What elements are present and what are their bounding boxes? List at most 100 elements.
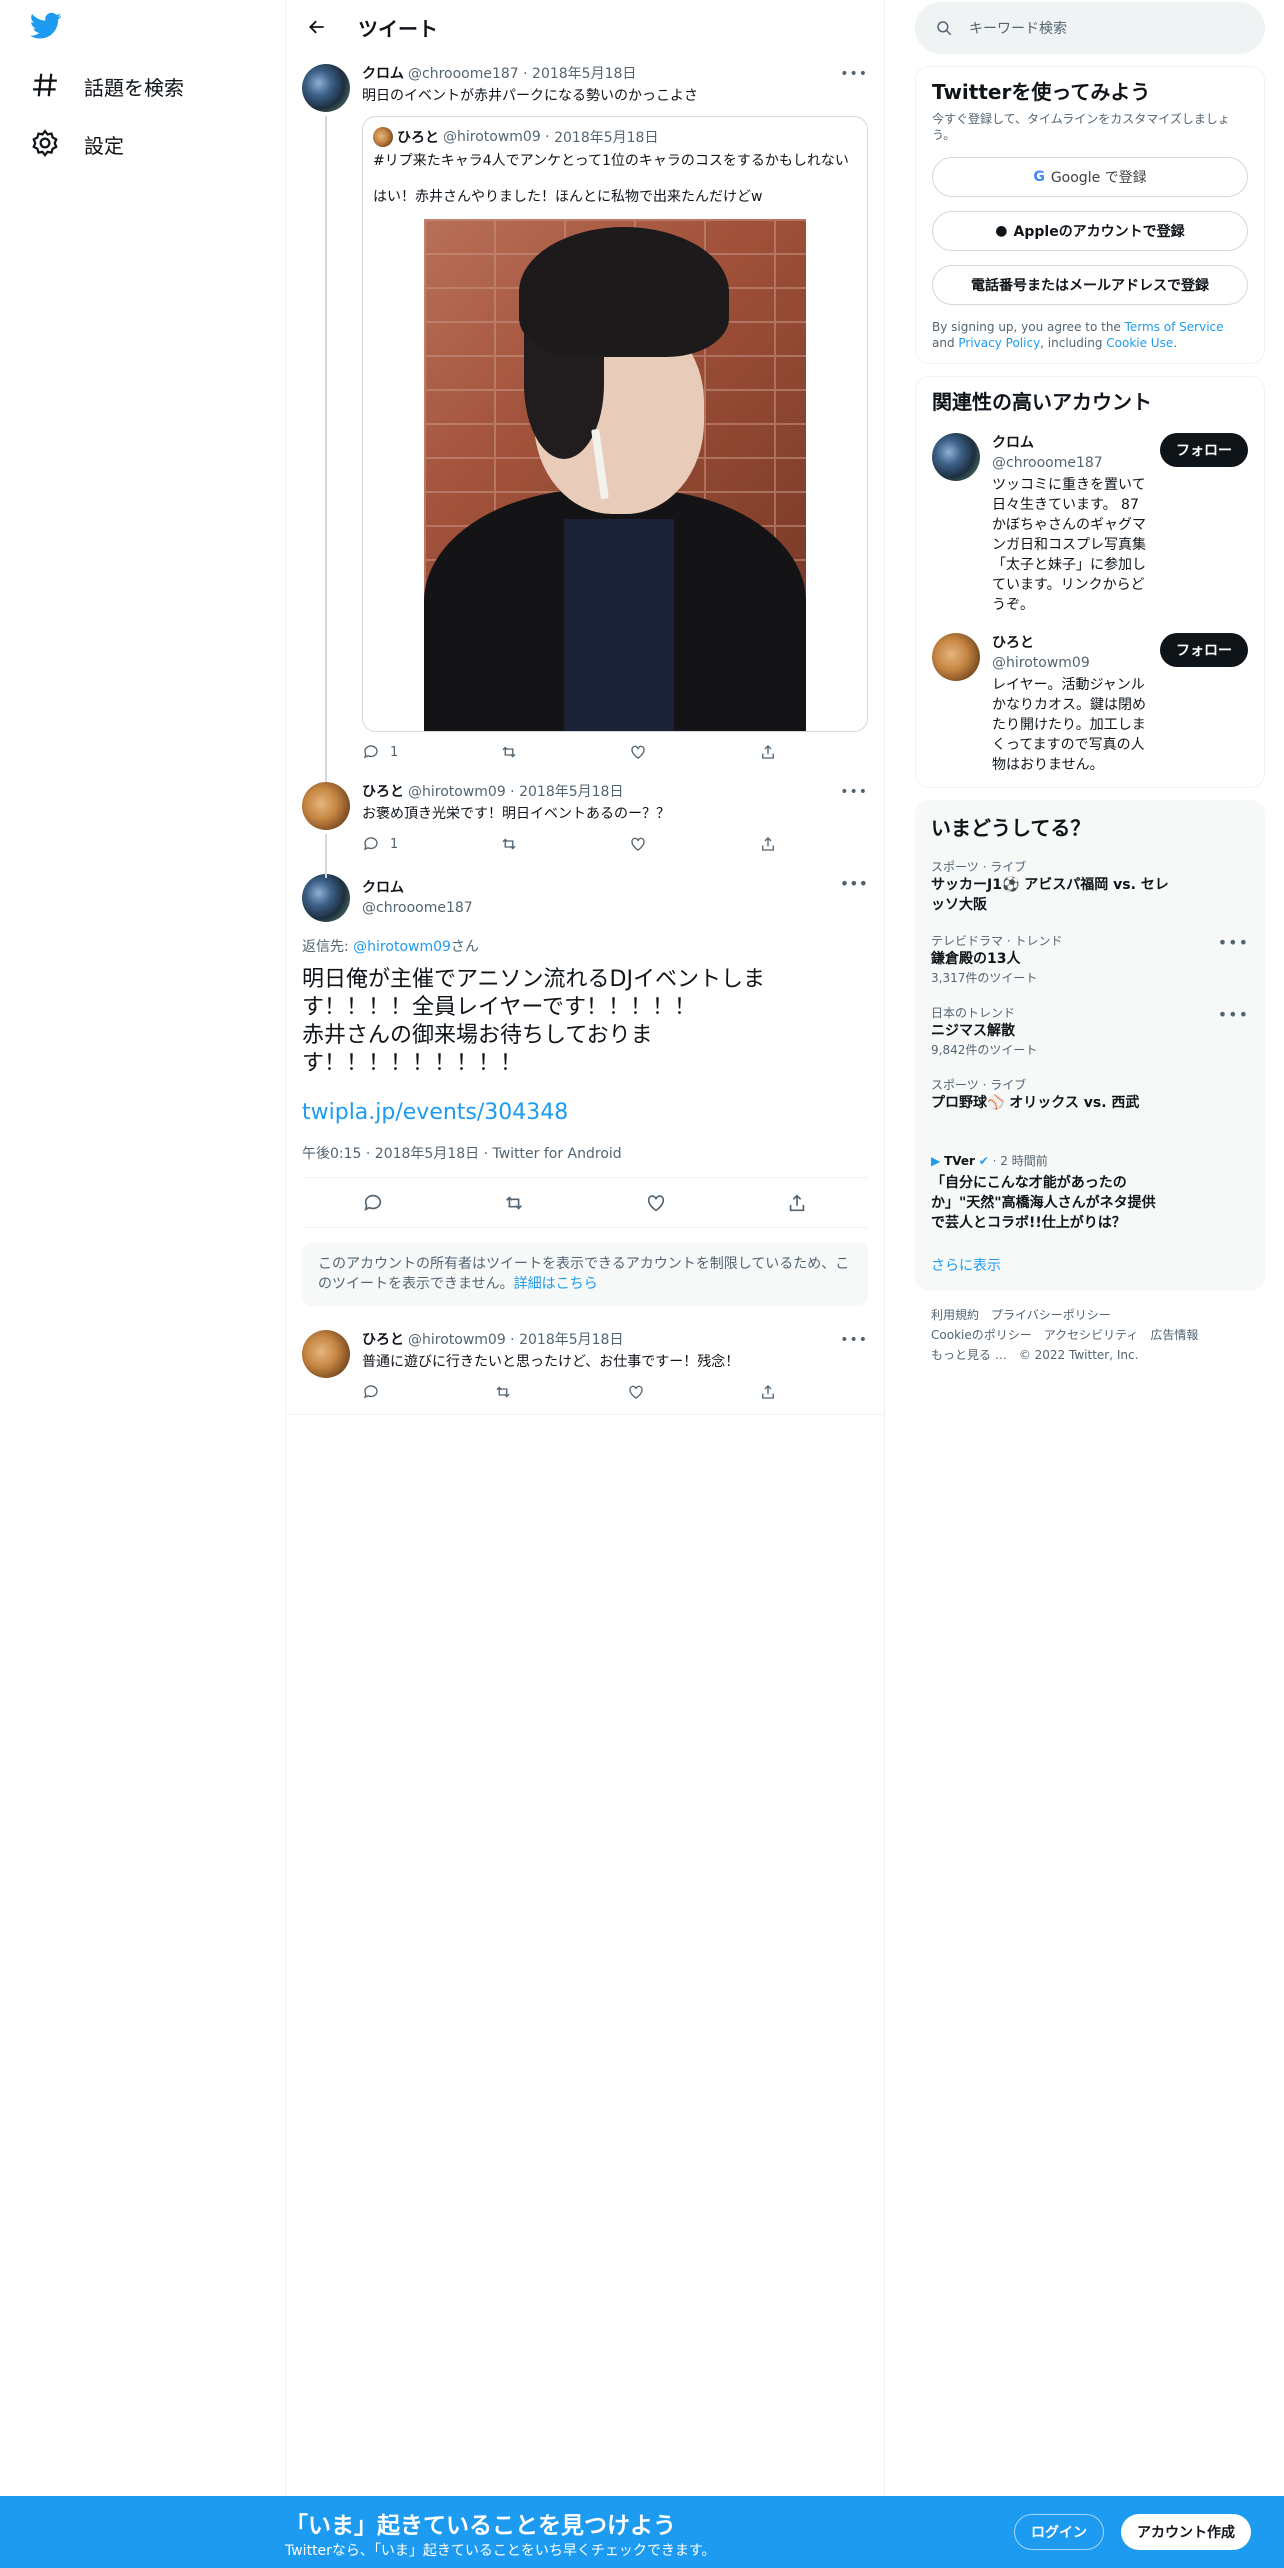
more-icon[interactable]: ••• [840, 874, 868, 893]
tweet-actions [362, 1372, 787, 1412]
footer-link[interactable]: 広告情報 [1150, 1328, 1198, 1342]
phone-email-signup-button[interactable]: 電話番号またはメールアドレスで登録 [932, 265, 1248, 305]
show-more-link[interactable]: さらに表示 [931, 1255, 1249, 1275]
terms-link[interactable]: Terms of Service [1125, 320, 1224, 334]
focus-tweet-text: 明日俺が主催でアニソン流れるDJイベントします！！！！全員レイヤーです！！！！！… [302, 967, 765, 1076]
footer-link[interactable]: プライバシーポリシー [991, 1308, 1111, 1322]
news-item[interactable]: ▶ TVer ✔ · 2 時間前 「自分にこんな才能があったのか」"天然"高橋海… [931, 1153, 1249, 1233]
avatar[interactable] [302, 64, 350, 112]
search-box[interactable]: キーワード検索 [915, 2, 1265, 54]
reply-icon[interactable] [362, 1192, 384, 1214]
more-icon[interactable]: ••• [1218, 933, 1249, 952]
share-icon[interactable] [759, 835, 787, 853]
tweet-date[interactable]: 2018年5月18日 [532, 64, 636, 84]
footer-link[interactable]: Cookieのポリシー [931, 1328, 1032, 1342]
account-item[interactable]: クロム @chrooome187 ツッコミに重きを置いて日々生きています。 87… [932, 433, 1248, 615]
reply-icon[interactable] [362, 1383, 390, 1401]
quote-tweet[interactable]: ひろと @hirotowm09 · 2018年5月18日 #リプ来たキャラ4人で… [362, 116, 868, 732]
tweet-date[interactable]: 2018年5月18日 [519, 1330, 623, 1350]
author-name[interactable]: クロム [362, 64, 404, 84]
news-source: TVer [944, 1154, 975, 1168]
login-button[interactable]: ログイン [1014, 2514, 1104, 2550]
thread-line [325, 834, 327, 878]
footer-link[interactable]: 利用規約 [931, 1308, 979, 1322]
retweet-icon[interactable] [500, 835, 528, 853]
author-handle[interactable]: @chrooome187 [408, 64, 519, 84]
reply-to-handle[interactable]: @hirotowm09 [353, 939, 451, 955]
google-signup-button[interactable]: G Google で登録 [932, 157, 1248, 197]
retweet-icon[interactable] [494, 1383, 522, 1401]
thread-line [325, 116, 327, 786]
like-icon[interactable] [629, 835, 657, 853]
tweet-text: 明日のイベントが赤井パークになる勢いのかっこよさ [362, 88, 698, 104]
account-item[interactable]: ひろと @hirotowm09 レイヤー。活動ジャンルかなりカオス。鍵は閉めたり… [932, 633, 1248, 775]
retweet-icon[interactable] [500, 743, 528, 761]
tweet[interactable]: クロム @chrooome187 · 2018年5月18日 ••• 明日のイベン… [286, 54, 884, 786]
twitter-logo-icon[interactable] [30, 12, 70, 44]
nav-settings-label: 設定 [84, 133, 124, 158]
follow-button[interactable]: フォロー [1160, 433, 1248, 467]
author-name[interactable]: ひろと [362, 1330, 404, 1350]
account-handle[interactable]: @chrooome187 [992, 453, 1152, 473]
author-handle[interactable]: @hirotowm09 [408, 1330, 506, 1350]
page-title: ツイート [358, 16, 438, 41]
account-bio: レイヤー。活動ジャンルかなりカオス。鍵は閉めたり開けたり。加工しまくってますので… [992, 677, 1146, 773]
author-name[interactable]: クロム [362, 878, 473, 898]
focus-tweet-link[interactable]: twipla.jp/events/304348 [302, 1100, 868, 1125]
news-source-icon: ▶ [931, 1154, 941, 1168]
cookie-link[interactable]: Cookie Use [1106, 336, 1173, 350]
reply-button[interactable]: 1 [362, 835, 398, 853]
tweet-date[interactable]: 2018年5月18日 [519, 782, 623, 802]
reply-count: 1 [390, 744, 399, 760]
avatar[interactable] [302, 874, 350, 922]
apple-signup-button[interactable]: ● Appleのアカウントで登録 [932, 211, 1248, 251]
like-icon[interactable] [629, 743, 657, 761]
privacy-link[interactable]: Privacy Policy [958, 336, 1040, 350]
author-handle[interactable]: @hirotowm09 [408, 782, 506, 802]
trend-item[interactable]: テレビドラマ · トレンド 鎌倉殿の13人 3,317件のツイート ••• [931, 933, 1249, 987]
notice-link[interactable]: 詳細はこちら [514, 1276, 598, 1292]
more-icon[interactable]: ••• [840, 1330, 868, 1350]
follow-button[interactable]: フォロー [1160, 633, 1248, 667]
nav-settings[interactable]: 設定 [30, 116, 124, 172]
more-icon[interactable]: ••• [840, 64, 868, 84]
back-arrow-icon[interactable] [302, 12, 332, 42]
avatar[interactable] [932, 633, 980, 681]
author-name[interactable]: ひろと [362, 782, 404, 802]
account-handle[interactable]: @hirotowm09 [992, 653, 1152, 673]
verified-icon: ✔ [978, 1154, 989, 1168]
account-name[interactable]: クロム [992, 433, 1152, 453]
trends-card: いまどうしてる？ スポーツ · ライブ サッカーJ1⚽ アビスパ福岡 vs. セ… [915, 800, 1265, 1291]
share-icon[interactable] [759, 1383, 787, 1401]
trend-item[interactable]: スポーツ · ライブ サッカーJ1⚽ アビスパ福岡 vs. セレッソ大阪 [931, 859, 1249, 915]
reply-button[interactable]: 1 [362, 743, 398, 761]
tweet-text: お褒め頂き光栄です！明日イベントあるのー？？ [362, 806, 670, 822]
tweet[interactable]: ひろと @hirotowm09 · 2018年5月18日 ••• お褒め頂き光栄… [286, 772, 884, 878]
quote-photo[interactable] [424, 219, 806, 731]
retweet-icon[interactable] [503, 1192, 525, 1214]
avatar[interactable] [302, 782, 350, 830]
like-icon[interactable] [627, 1383, 655, 1401]
more-icon[interactable]: ••• [1218, 1005, 1249, 1024]
signup-button[interactable]: アカウント作成 [1121, 2514, 1251, 2550]
share-icon[interactable] [759, 743, 787, 761]
tweet[interactable]: ひろと @hirotowm09 · 2018年5月18日 ••• 普通に遊びに行… [286, 1320, 884, 1414]
footer-link[interactable]: もっと見る … [931, 1348, 1007, 1362]
avatar[interactable] [932, 433, 980, 481]
signup-card: Twitterを使ってみよう 今すぐ登録して、タイムラインをカスタマイズしましょ… [915, 66, 1265, 364]
focus-timestamp[interactable]: 午後0:15 · 2018年5月18日 · Twitter for Androi… [302, 1143, 868, 1178]
quote-author-handle: @hirotowm09 [443, 129, 541, 145]
trend-item[interactable]: スポーツ · ライブ プロ野球⚾ オリックス vs. 西武 [931, 1077, 1249, 1113]
nav-explore[interactable]: 話題を検索 [30, 58, 184, 114]
trend-item[interactable]: 日本のトレンド ニジマス解散 9,842件のツイート ••• [931, 1005, 1249, 1059]
trend-category: スポーツ · ライブ [931, 860, 1027, 874]
account-name[interactable]: ひろと [992, 633, 1152, 653]
reply-to: 返信先: @hirotowm09さん [302, 936, 868, 956]
author-handle[interactable]: @chrooome187 [362, 898, 473, 918]
footer-link[interactable]: アクセシビリティ [1044, 1328, 1139, 1342]
reply-icon [362, 835, 390, 853]
like-icon[interactable] [645, 1192, 667, 1214]
more-icon[interactable]: ••• [840, 782, 868, 802]
share-icon[interactable] [786, 1192, 808, 1214]
avatar[interactable] [302, 1330, 350, 1378]
